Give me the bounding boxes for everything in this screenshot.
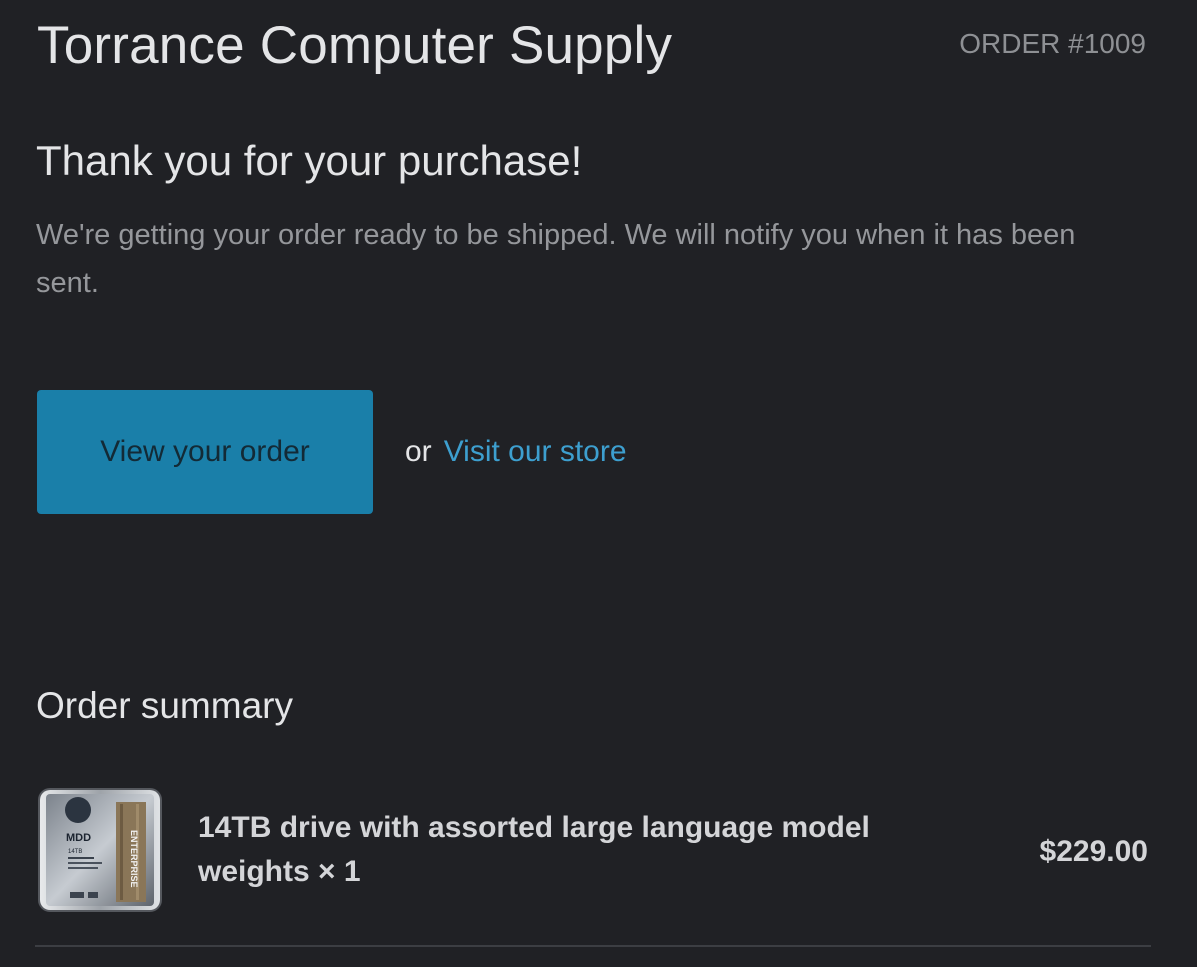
store-name: Torrance Computer Supply <box>37 16 673 75</box>
series-label: ENTERPRISE <box>129 830 139 888</box>
divider <box>35 945 1151 947</box>
item-name: 14TB drive with assorted large language … <box>198 811 870 888</box>
hard-drive-image: ENTERPRISE MDD 14TB <box>40 790 160 910</box>
visit-store-link[interactable]: Visit our store <box>444 435 627 469</box>
confirmation-heading: Thank you for your purchase! <box>36 137 583 184</box>
action-row: View your order or Visit our store <box>37 390 627 514</box>
view-order-button[interactable]: View your order <box>37 390 373 514</box>
or-text: or <box>405 435 432 468</box>
item-price: $229.00 <box>1039 835 1148 868</box>
product-image: ENTERPRISE MDD 14TB <box>38 788 162 912</box>
capacity-label: 14TB <box>68 849 82 855</box>
order-number: ORDER #1009 <box>959 28 1146 59</box>
order-confirmation-page: Torrance Computer Supply ORDER #1009 Tha… <box>0 0 1197 967</box>
confirmation-message: We're getting your order ready to be shi… <box>36 219 1076 299</box>
order-summary-title: Order summary <box>36 685 293 726</box>
line-item: ENTERPRISE MDD 14TB 14TB drive with asso… <box>38 788 1148 912</box>
brand-label: MDD <box>66 832 91 844</box>
